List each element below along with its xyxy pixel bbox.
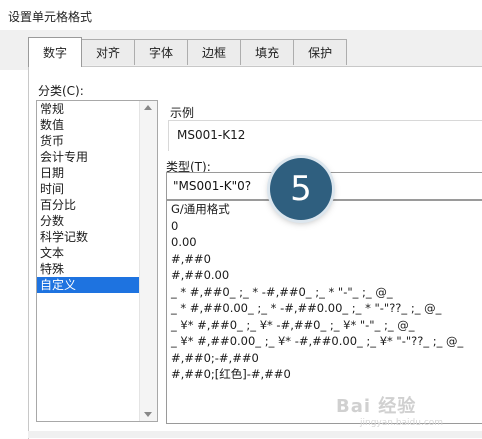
tab-alignment[interactable]: 对齐 [81, 39, 136, 65]
category-item-number[interactable]: 数值 [37, 117, 140, 133]
format-item[interactable]: _ ¥* #,##0.00_ ;_ ¥* -#,##0.00_ ;_ ¥* "-… [167, 333, 482, 350]
category-label: 分类(C): [38, 84, 84, 98]
format-item[interactable]: _ * #,##0_ ;_ * -#,##0_ ;_ * "-"_ ;_ @_ [167, 284, 482, 301]
tab-bar: 数字 对齐 字体 边框 填充 保护 [28, 37, 348, 67]
category-item-currency[interactable]: 货币 [37, 133, 140, 149]
category-item-fraction[interactable]: 分数 [37, 213, 140, 229]
sample-value: MS001-K12 [177, 128, 246, 142]
format-item[interactable]: _ * #,##0.00_ ;_ * -#,##0.00_ ;_ * "-"??… [167, 300, 482, 317]
sample-preview: MS001-K12 [168, 120, 482, 151]
scroll-down-icon[interactable] [144, 412, 152, 417]
tab-protection[interactable]: 保护 [293, 39, 348, 65]
category-item-text[interactable]: 文本 [37, 245, 140, 261]
category-item-accounting[interactable]: 会计专用 [37, 149, 140, 165]
category-scrollbar[interactable] [139, 101, 157, 421]
format-item[interactable]: #,##0.00 [167, 267, 482, 284]
format-item[interactable]: #,##0;-#,##0 [167, 350, 482, 367]
category-item-percentage[interactable]: 百分比 [37, 197, 140, 213]
sample-label: 示例 [170, 106, 195, 120]
category-item-custom[interactable]: 自定义 [37, 277, 140, 293]
category-item-time[interactable]: 时间 [37, 181, 140, 197]
category-item-general[interactable]: 常规 [37, 101, 140, 117]
category-item-special[interactable]: 特殊 [37, 261, 140, 277]
format-item[interactable]: #,##0 [167, 251, 482, 268]
format-item[interactable]: #,##0;[红色]-#,##0 [167, 366, 482, 383]
format-code-list[interactable]: G/通用格式 0 0.00 #,##0 #,##0.00 _ * #,##0_ … [166, 200, 482, 424]
watermark-logo: Bai 经验 [336, 396, 417, 417]
category-item-scientific[interactable]: 科学记数 [37, 229, 140, 245]
dialog-title: 设置单元格格式 [8, 10, 93, 24]
step-number-badge: 5 [270, 158, 332, 220]
format-item[interactable]: _ ¥* #,##0_ ;_ ¥* -#,##0_ ;_ ¥* "-"_ ;_ … [167, 317, 482, 334]
dialog-bottom-edge [28, 431, 482, 438]
tab-number[interactable]: 数字 [28, 37, 83, 67]
watermark-url: jingyan.baidu.com [360, 418, 444, 428]
format-item[interactable]: 0 [167, 218, 482, 235]
format-item[interactable]: 0.00 [167, 234, 482, 251]
tab-border[interactable]: 边框 [187, 39, 242, 65]
tab-font[interactable]: 字体 [134, 39, 189, 65]
category-item-date[interactable]: 日期 [37, 165, 140, 181]
format-cells-dialog: 设置单元格格式 数字 对齐 字体 边框 填充 保护 分类(C): 常规 数值 货… [0, 0, 482, 439]
category-list[interactable]: 常规 数值 货币 会计专用 日期 时间 百分比 分数 科学记数 文本 特殊 自定… [36, 100, 158, 422]
scroll-up-icon[interactable] [144, 105, 152, 110]
tab-fill[interactable]: 填充 [240, 39, 295, 65]
